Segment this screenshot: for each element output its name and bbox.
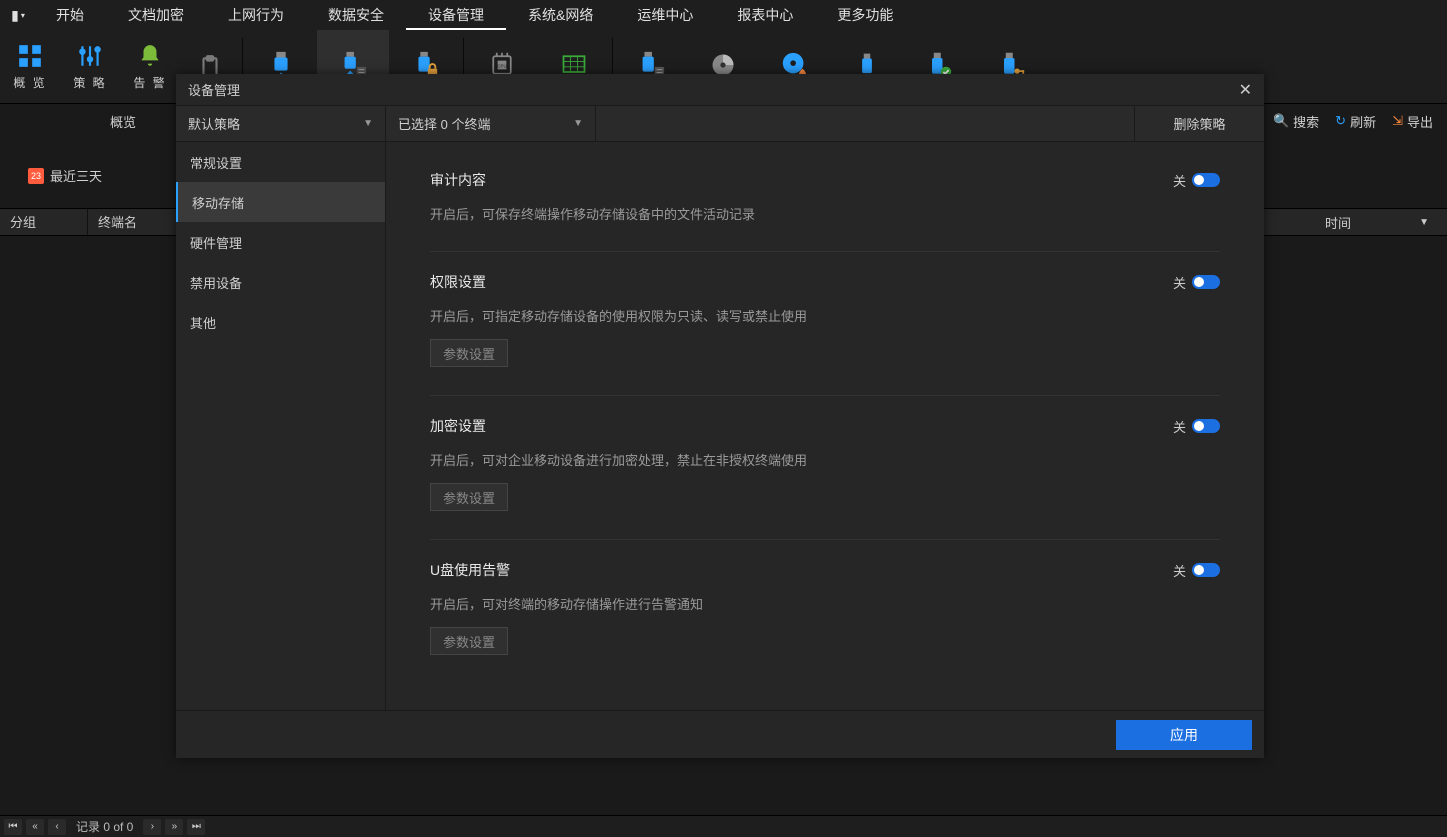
modal-footer: 应用	[176, 710, 1264, 758]
tab-report-center[interactable]: 报表中心	[715, 0, 815, 30]
audit-toggle[interactable]	[1192, 173, 1220, 187]
terminal-dropdown[interactable]: 已选择 0 个终端 ▼	[386, 106, 596, 141]
tab-start[interactable]: 开始	[34, 0, 106, 30]
toggle-label: 关	[1173, 417, 1186, 436]
nav-nextpage-icon[interactable]: »	[165, 819, 183, 835]
permission-toggle[interactable]	[1192, 275, 1220, 289]
section-permission: 权限设置 关 开启后，可指定移动存储设备的使用权限为只读、读写或禁止使用 参数设…	[430, 272, 1220, 396]
tab-system-network[interactable]: 系统&网络	[506, 0, 615, 30]
modal-content: 审计内容 关 开启后，可保存终端操作移动存储设备中的文件活动记录 权限设置 关	[386, 142, 1264, 710]
refresh-icon: ↻	[1335, 113, 1346, 129]
toggle-label: 关	[1173, 561, 1186, 580]
tab-data-security[interactable]: 数据安全	[306, 0, 406, 30]
tab-online[interactable]: 上网行为	[206, 0, 306, 30]
export-label: 导出	[1407, 112, 1433, 131]
section-usb-alert-title: U盘使用告警	[430, 560, 510, 580]
policy-dropdown[interactable]: 默认策略 ▼	[176, 106, 386, 141]
toggle-label: 关	[1173, 171, 1186, 190]
chevron-down-icon: ▼	[573, 118, 583, 129]
ribbon-alert[interactable]: 告 警	[120, 30, 180, 103]
ribbon-overview-label: 概 览	[13, 74, 46, 91]
tab-device-manage[interactable]: 设备管理	[406, 0, 506, 30]
sidebar-item-other[interactable]: 其他	[176, 302, 385, 342]
date-filter-label: 最近三天	[50, 166, 102, 185]
tab-doc-encrypt[interactable]: 文档加密	[106, 0, 206, 30]
status-bar: ⏮ « ‹ 记录 0 of 0 › » ⏭	[0, 815, 1447, 837]
nav-last-icon[interactable]: ⏭	[187, 819, 205, 835]
sliders-icon	[76, 42, 104, 70]
chevron-down-icon: ▼	[363, 118, 373, 129]
search-icon: 🔍	[1273, 113, 1289, 129]
ribbon-policy[interactable]: 策 略	[60, 30, 120, 103]
section-usb-alert: U盘使用告警 关 开启后，可对终端的移动存储操作进行告警通知 参数设置	[430, 560, 1220, 683]
ribbon-overview[interactable]: 概 览	[0, 30, 60, 103]
date-filter[interactable]: 23 最近三天	[28, 166, 102, 185]
close-icon[interactable]: ✕	[1239, 80, 1252, 100]
grid-icon	[16, 42, 44, 70]
modal-titlebar: 设备管理 ✕	[176, 74, 1264, 106]
sidebar-item-mobile-storage[interactable]: 移动存储	[176, 182, 385, 222]
modal-title-text: 设备管理	[188, 80, 240, 99]
modal-sidebar: 常规设置 移动存储 硬件管理 禁用设备 其他	[176, 142, 386, 710]
section-encrypt-title: 加密设置	[430, 416, 486, 436]
tab-more[interactable]: 更多功能	[815, 0, 915, 30]
time-label: 时间	[1325, 213, 1351, 232]
ribbon-alert-label: 告 警	[133, 74, 166, 91]
search-action[interactable]: 🔍搜索	[1273, 112, 1319, 131]
usb-alert-param-button[interactable]: 参数设置	[430, 627, 508, 655]
svg-text:CPU: CPU	[497, 64, 506, 69]
refresh-action[interactable]: ↻刷新	[1335, 112, 1376, 131]
sidebar-item-hardware[interactable]: 硬件管理	[176, 222, 385, 262]
section-audit: 审计内容 关 开启后，可保存终端操作移动存储设备中的文件活动记录	[430, 170, 1220, 252]
tab-ops-center[interactable]: 运维中心	[615, 0, 715, 30]
permission-param-button[interactable]: 参数设置	[430, 339, 508, 367]
delete-policy-button[interactable]: 删除策略	[1134, 106, 1264, 141]
encrypt-param-button[interactable]: 参数设置	[430, 483, 508, 511]
bg-overview-label: 概览	[110, 112, 136, 131]
top-menu-bar: ▮▾ 开始 文档加密 上网行为 数据安全 设备管理 系统&网络 运维中心 报表中…	[0, 0, 1447, 30]
nav-prev-icon[interactable]: ‹	[48, 819, 66, 835]
section-audit-desc: 开启后，可保存终端操作移动存储设备中的文件活动记录	[430, 204, 1220, 223]
section-encrypt: 加密设置 关 开启后，可对企业移动设备进行加密处理，禁止在非授权终端使用 参数设…	[430, 416, 1220, 540]
usb-alert-toggle[interactable]	[1192, 563, 1220, 577]
toggle-label: 关	[1173, 273, 1186, 292]
nav-first-icon[interactable]: ⏮	[4, 819, 22, 835]
export-icon: ⇲	[1392, 113, 1403, 129]
sidebar-item-disable[interactable]: 禁用设备	[176, 262, 385, 302]
section-audit-title: 审计内容	[430, 170, 486, 190]
device-manage-modal: 设备管理 ✕ 默认策略 ▼ 已选择 0 个终端 ▼ 删除策略 常规设置 移动存储…	[176, 74, 1264, 758]
section-encrypt-desc: 开启后，可对企业移动设备进行加密处理，禁止在非授权终端使用	[430, 450, 1220, 469]
chevron-down-icon: ▼	[1419, 217, 1429, 228]
sidebar-item-general[interactable]: 常规设置	[176, 142, 385, 182]
section-usb-alert-desc: 开启后，可对终端的移动存储操作进行告警通知	[430, 594, 1220, 613]
nav-prevpage-icon[interactable]: «	[26, 819, 44, 835]
refresh-label: 刷新	[1350, 112, 1376, 131]
section-permission-title: 权限设置	[430, 272, 486, 292]
bell-icon	[136, 42, 164, 70]
section-permission-desc: 开启后，可指定移动存储设备的使用权限为只读、读写或禁止使用	[430, 306, 1220, 325]
nav-next-icon[interactable]: ›	[143, 819, 161, 835]
search-label: 搜索	[1293, 112, 1319, 131]
export-action[interactable]: ⇲导出	[1392, 112, 1433, 131]
apply-button[interactable]: 应用	[1116, 720, 1252, 750]
policy-dropdown-label: 默认策略	[188, 114, 240, 133]
col-group[interactable]: 分组	[0, 209, 88, 235]
record-text: 记录 0 of 0	[76, 818, 133, 835]
ribbon-policy-label: 策 略	[73, 74, 106, 91]
time-dropdown[interactable]: 时间 ▼	[1317, 208, 1437, 236]
modal-toolbar: 默认策略 ▼ 已选择 0 个终端 ▼ 删除策略	[176, 106, 1264, 142]
app-menu-icon[interactable]: ▮▾	[8, 5, 28, 25]
calendar-icon: 23	[28, 168, 44, 184]
encrypt-toggle[interactable]	[1192, 419, 1220, 433]
terminal-dropdown-label: 已选择 0 个终端	[398, 114, 490, 133]
